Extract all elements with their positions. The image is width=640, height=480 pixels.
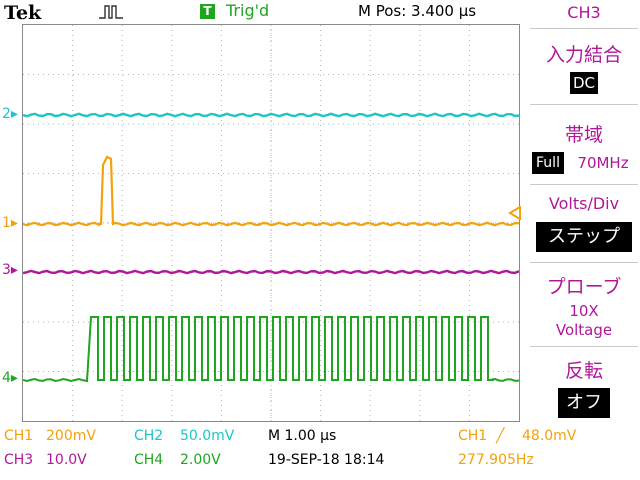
brand-logo: Tek	[4, 2, 42, 24]
frequency-readout: 277.905Hz	[458, 452, 534, 468]
menu-channel-title: CH3	[567, 3, 601, 22]
ch4-trace	[22, 316, 520, 383]
timebase: M 1.00 µs	[268, 428, 337, 444]
bottom-status-bar: CH1 200mV CH2 50.0mV M 1.00 µs CH1 ╱ 48.…	[0, 424, 640, 480]
trigger-state: Trig'd	[226, 1, 270, 20]
ch4-scale: 2.00V	[180, 452, 221, 468]
coupling-label: 入力結合	[545, 44, 622, 66]
top-status-bar: Tek T Trig'd M Pos: 3.400 µs	[0, 0, 528, 24]
ch1-trace	[22, 155, 520, 227]
ch1-scale: 200mV	[46, 428, 96, 444]
bandwidth-full-badge: Full	[532, 152, 564, 174]
ch4-label: CH4	[134, 452, 164, 468]
ch2-marker: 2▸	[2, 106, 18, 122]
probe-type: Voltage	[555, 321, 613, 339]
ch3-label: CH3	[4, 452, 34, 468]
invert-value: オフ	[558, 388, 610, 418]
probe-attenuation: 10X	[569, 302, 599, 320]
volts-div-value: ステップ	[536, 222, 632, 252]
ch3-trace	[22, 269, 520, 275]
trigger-source: CH1	[458, 428, 488, 444]
bandwidth-value: 70MHz	[577, 154, 629, 172]
bandwidth-label: 帯域	[564, 124, 603, 146]
ch2-scale: 50.0mV	[180, 428, 235, 444]
ch3-scale: 10.0V	[46, 452, 87, 468]
volts-div-label: Volts/Div	[548, 194, 620, 213]
date-time: 19-SEP-18 18:14	[268, 452, 385, 468]
coupling-value: DC	[570, 72, 598, 94]
horizontal-position: M Pos: 3.400 µs	[358, 2, 477, 20]
ch1-label: CH1	[4, 428, 34, 444]
ch3-marker: 3▸	[2, 262, 18, 278]
graticule	[22, 25, 520, 421]
rising-edge-icon: ╱	[496, 428, 505, 444]
channel-menu: CH3 入力結合 DC 帯域 Full 70MHz Volts/Div ステップ…	[528, 0, 640, 424]
edge-trigger-icon	[99, 5, 123, 19]
trigger-status-badge: T	[200, 4, 215, 19]
waveform-display[interactable]	[22, 24, 520, 422]
ch2-label: CH2	[134, 428, 164, 444]
invert-label: 反転	[564, 360, 603, 382]
ch4-marker: 4▸	[2, 370, 18, 386]
ch1-marker: 1▸	[2, 215, 18, 231]
trigger-level-icon	[508, 206, 521, 220]
probe-label: プローブ	[546, 276, 622, 298]
trigger-level: 48.0mV	[522, 428, 577, 444]
